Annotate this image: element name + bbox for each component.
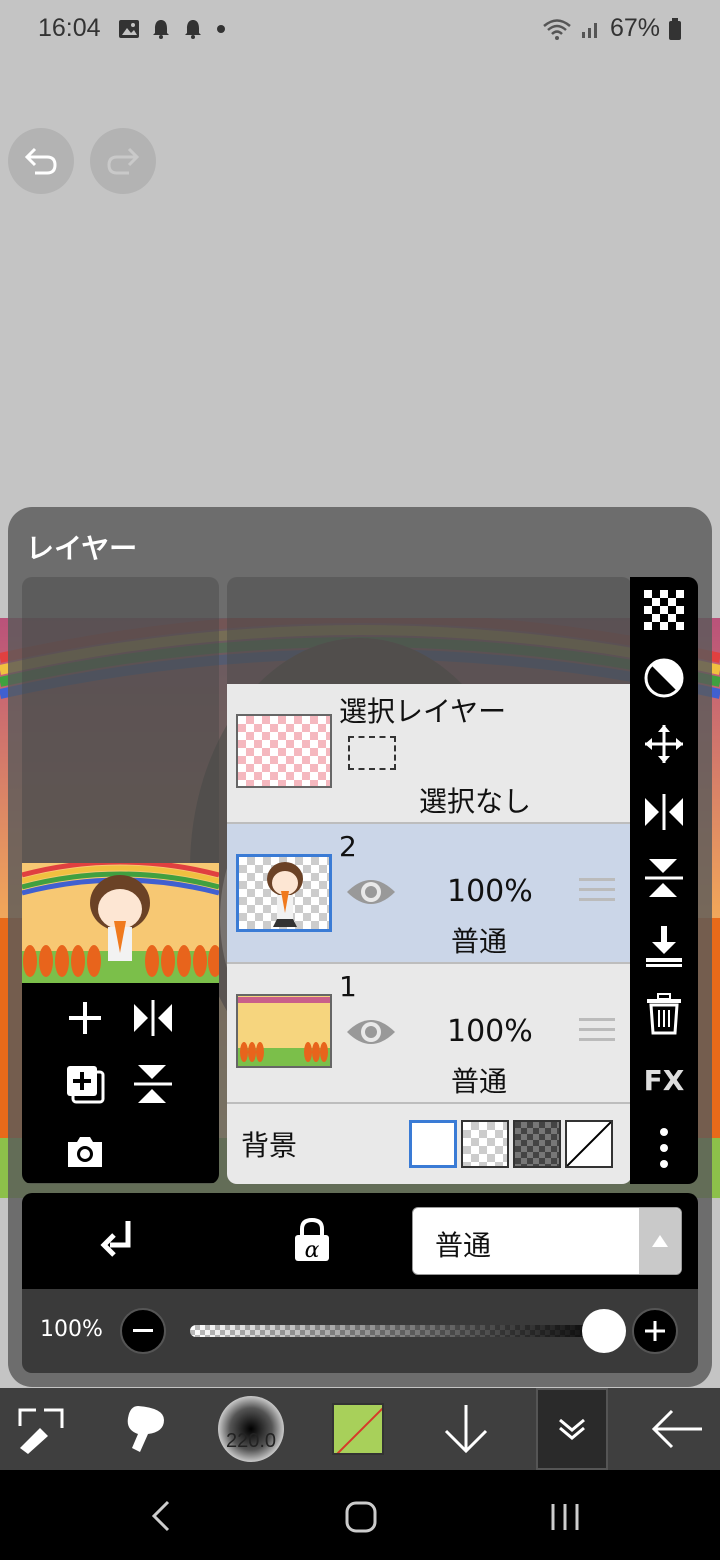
chevron-double-down-icon <box>559 1418 585 1440</box>
clipping-icon[interactable] <box>98 1217 142 1269</box>
flip-vertical-icon[interactable] <box>639 853 689 903</box>
status-bar: 16:04 67% <box>0 0 720 60</box>
image-icon <box>119 20 139 38</box>
layer-1-thumbnail <box>236 994 332 1068</box>
wifi-icon <box>543 18 571 40</box>
layer-2-opacity: 100% <box>447 874 533 909</box>
triangle-up-icon <box>639 1208 681 1274</box>
redo-icon <box>107 147 140 175</box>
merge-down-icon[interactable] <box>639 921 689 971</box>
battery-percent: 67% <box>609 14 660 42</box>
battery-icon <box>669 17 681 40</box>
flip-vertical-icon[interactable] <box>128 1059 178 1109</box>
layer-row-2[interactable]: 2 100% 普通 <box>227 824 632 964</box>
more-icon[interactable] <box>639 1123 689 1173</box>
panel-title: レイヤー <box>26 532 138 565</box>
layer-panel: レイヤー 選択レイヤー 選択なし 2 100% 普通 1 100% 普通 背景 … <box>8 507 712 1387</box>
system-icons: 67% <box>542 14 682 43</box>
trash-icon[interactable] <box>639 989 689 1039</box>
opacity-label: 100% <box>40 1317 103 1342</box>
canvas-thumbnail[interactable] <box>22 863 219 983</box>
svg-text:α: α <box>305 1238 320 1263</box>
brush-size-button[interactable]: 220.0 <box>216 1388 286 1470</box>
blend-bar: α 普通 <box>22 1193 698 1289</box>
layer-tools-left <box>22 983 219 1183</box>
opacity-minus-button[interactable] <box>120 1308 166 1354</box>
transform-tool-icon[interactable] <box>10 1388 72 1470</box>
redo-button[interactable] <box>90 128 156 194</box>
duplicate-layer-icon[interactable] <box>60 1059 110 1109</box>
flip-horizontal-icon[interactable] <box>128 993 178 1043</box>
signal-icon <box>581 22 597 38</box>
background-row: 背景 <box>227 1104 632 1184</box>
camera-icon[interactable] <box>60 1127 110 1177</box>
nav-recents-icon[interactable] <box>548 1500 582 1538</box>
layer-1-number: 1 <box>339 970 357 1003</box>
selection-status: 選択なし <box>419 785 532 818</box>
nav-home-icon[interactable] <box>344 1500 378 1538</box>
move-icon[interactable] <box>639 719 689 769</box>
fx-button[interactable]: FX <box>639 1055 689 1105</box>
nav-back-icon[interactable] <box>146 1498 176 1538</box>
visibility-eye-icon[interactable] <box>345 1014 397 1054</box>
background-dark-option[interactable] <box>513 1120 561 1168</box>
status-time: 16:04 <box>38 14 101 42</box>
background-none-option[interactable] <box>565 1120 613 1168</box>
selection-marquee-icon <box>348 736 396 770</box>
layer-1-blend: 普通 <box>451 1065 508 1098</box>
background-transparent-option[interactable] <box>461 1120 509 1168</box>
layer-list: 選択レイヤー 選択なし 2 100% 普通 1 100% 普通 背景 <box>227 684 632 1184</box>
color-swatch[interactable] <box>328 1388 388 1470</box>
layer-2-number: 2 <box>339 830 357 863</box>
opacity-bar: 100% <box>22 1289 698 1373</box>
canvas-preview <box>22 577 219 1184</box>
bell-icon <box>185 20 201 39</box>
add-layer-icon[interactable] <box>60 993 110 1043</box>
undo-button[interactable] <box>8 128 74 194</box>
opacity-slider-thumb[interactable] <box>582 1309 626 1353</box>
opacity-slider[interactable] <box>190 1325 620 1337</box>
flip-horizontal-icon[interactable] <box>639 787 689 837</box>
mask-icon[interactable] <box>639 653 689 703</box>
arrow-down-icon[interactable] <box>436 1388 496 1470</box>
blend-mode-select[interactable]: 普通 <box>412 1207 682 1275</box>
notification-icons <box>118 18 228 40</box>
layer-1-opacity: 100% <box>447 1014 533 1049</box>
opacity-plus-button[interactable] <box>632 1308 678 1354</box>
brush-size-value: 220.0 <box>225 1430 277 1452</box>
drag-handle-icon[interactable] <box>579 878 615 906</box>
layer-tools-right: FX <box>630 577 698 1184</box>
layer-panel-toggle[interactable] <box>536 1388 608 1470</box>
checker-icon[interactable] <box>639 585 689 635</box>
layer-2-blend: 普通 <box>451 925 508 958</box>
bottom-toolbar: 220.0 <box>0 1388 720 1470</box>
layer-2-thumbnail <box>236 854 332 932</box>
selection-layer-name: 選択レイヤー <box>339 695 507 728</box>
layer-row-1[interactable]: 1 100% 普通 <box>227 964 632 1104</box>
alpha-lock-icon[interactable]: α <box>292 1217 332 1267</box>
background-label: 背景 <box>241 1129 298 1162</box>
dot-icon <box>217 25 225 33</box>
back-arrow-icon[interactable] <box>646 1388 708 1470</box>
blend-mode-value: 普通 <box>435 1229 492 1262</box>
bell-icon <box>153 20 169 39</box>
drag-handle-icon[interactable] <box>579 1018 615 1046</box>
selection-layer-thumbnail <box>236 714 332 788</box>
visibility-eye-icon[interactable] <box>345 874 397 914</box>
layer-list-area: 選択レイヤー 選択なし 2 100% 普通 1 100% 普通 背景 <box>227 577 632 1184</box>
background-white-option[interactable] <box>409 1120 457 1168</box>
system-nav-bar <box>0 1470 720 1560</box>
selection-layer-row[interactable]: 選択レイヤー 選択なし <box>227 684 632 824</box>
brush-tool-icon[interactable] <box>118 1388 174 1470</box>
undo-icon <box>24 147 57 175</box>
